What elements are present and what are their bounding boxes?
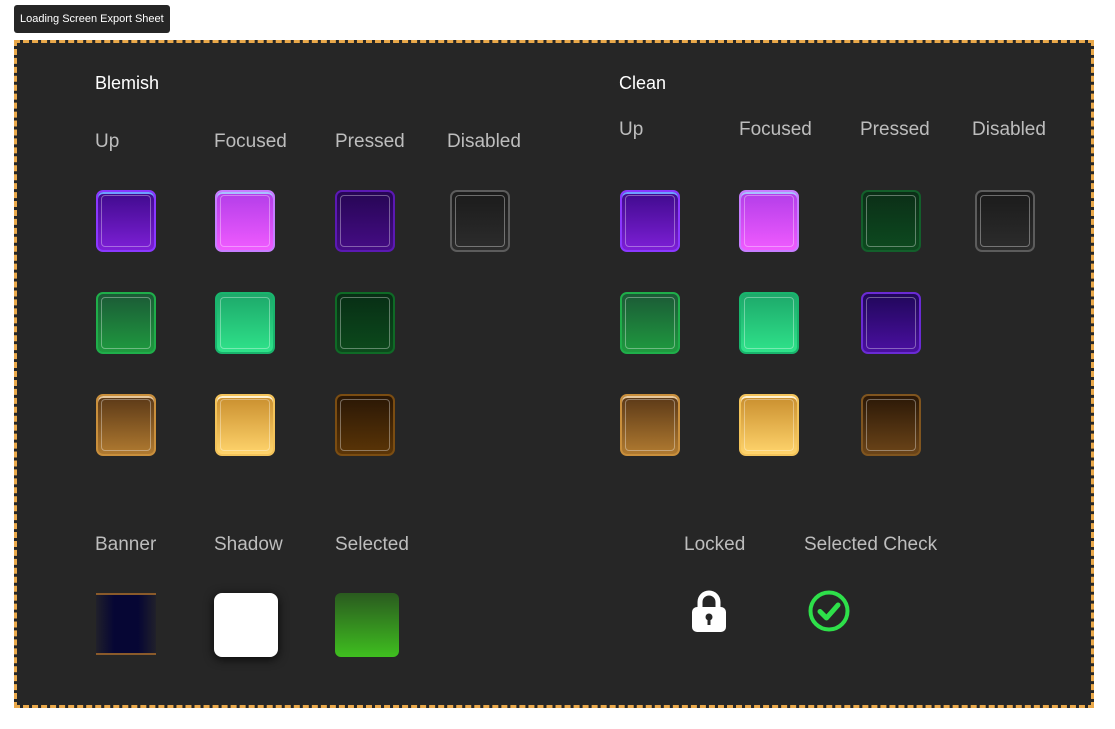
export-sheet-frame: Blemish Up Focused Pressed Disabled Clea… bbox=[14, 40, 1094, 708]
clean-purple-focused-button[interactable] bbox=[739, 190, 799, 252]
lock-icon bbox=[692, 590, 726, 632]
blemish-col-disabled: Disabled bbox=[447, 131, 521, 152]
clean-green-focused-button[interactable] bbox=[739, 292, 799, 354]
banner-swatch bbox=[96, 593, 156, 655]
clean-purple-pressed-button[interactable] bbox=[861, 292, 921, 354]
clean-col-disabled: Disabled bbox=[972, 119, 1046, 140]
blemish-col-focused: Focused bbox=[214, 131, 287, 152]
locked-label: Locked bbox=[684, 534, 746, 555]
clean-col-focused: Focused bbox=[739, 119, 812, 140]
blemish-disabled-button[interactable] bbox=[450, 190, 510, 252]
selected-check-label: Selected Check bbox=[804, 534, 938, 555]
shadow-swatch bbox=[214, 593, 278, 657]
clean-gold-focused-button[interactable] bbox=[739, 394, 799, 456]
blemish-green-focused-button[interactable] bbox=[215, 292, 275, 354]
clean-gold-pressed-button[interactable] bbox=[861, 394, 921, 456]
blemish-col-up: Up bbox=[95, 131, 120, 152]
clean-title: Clean bbox=[619, 73, 667, 93]
sheet-title: Loading Screen Export Sheet bbox=[14, 5, 170, 33]
blemish-purple-pressed-button[interactable] bbox=[335, 190, 395, 252]
clean-col-pressed: Pressed bbox=[860, 119, 930, 140]
clean-green-up-button[interactable] bbox=[620, 292, 680, 354]
blemish-purple-up-button[interactable] bbox=[96, 190, 156, 252]
shadow-label: Shadow bbox=[214, 534, 283, 555]
clean-purple-up-button[interactable] bbox=[620, 190, 680, 252]
clean-green-pressed-button[interactable] bbox=[861, 190, 921, 252]
blemish-gold-up-button[interactable] bbox=[96, 394, 156, 456]
selected-swatch bbox=[335, 593, 399, 657]
blemish-title: Blemish bbox=[95, 73, 160, 93]
blemish-col-pressed: Pressed bbox=[335, 131, 405, 152]
selected-label: Selected bbox=[335, 534, 409, 555]
blemish-green-up-button[interactable] bbox=[96, 292, 156, 354]
clean-gold-up-button[interactable] bbox=[620, 394, 680, 456]
blemish-purple-focused-button[interactable] bbox=[215, 190, 275, 252]
banner-label: Banner bbox=[95, 534, 157, 555]
blemish-gold-pressed-button[interactable] bbox=[335, 394, 395, 456]
clean-disabled-button[interactable] bbox=[975, 190, 1035, 252]
check-circle-icon bbox=[808, 590, 850, 632]
clean-col-up: Up bbox=[619, 119, 644, 140]
blemish-gold-focused-button[interactable] bbox=[215, 394, 275, 456]
blemish-green-pressed-button[interactable] bbox=[335, 292, 395, 354]
